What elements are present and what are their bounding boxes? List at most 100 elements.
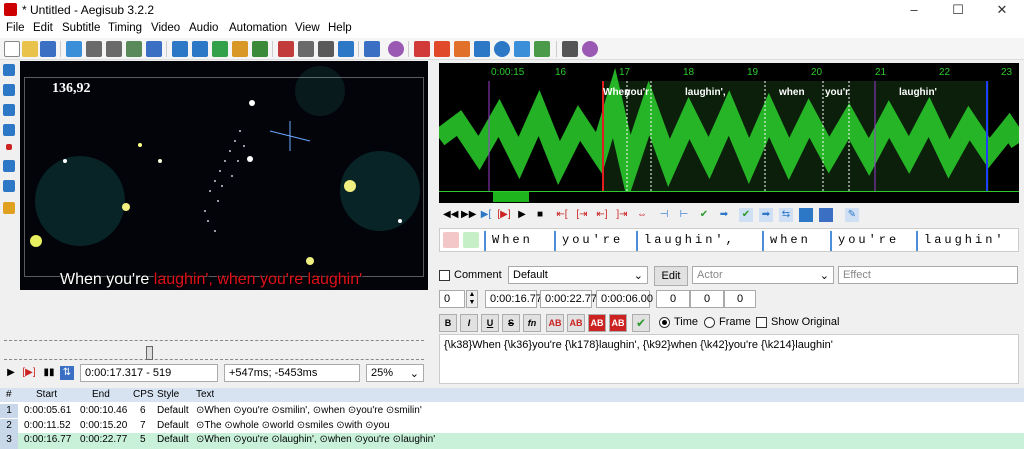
karaoke-syllable[interactable]: When [492, 233, 533, 247]
stop-audio-icon[interactable]: ■ [533, 208, 547, 222]
tools-icon[interactable] [562, 41, 578, 57]
strikeout-button[interactable]: S [502, 314, 520, 332]
rotate-xy-icon[interactable] [3, 124, 15, 136]
margin-vertical-field[interactable]: 0 [724, 290, 756, 308]
replace-icon[interactable] [106, 41, 122, 57]
drag-tool-icon[interactable] [3, 84, 15, 96]
resample-icon[interactable] [298, 41, 314, 57]
menu-automation[interactable]: Automation [229, 22, 287, 34]
play-icon[interactable]: ▶ [4, 366, 18, 380]
karaoke-syllable[interactable]: laughin' [924, 233, 1006, 247]
comment-checkbox[interactable] [439, 270, 450, 281]
karaoke-mode-icon[interactable]: ✎ [845, 208, 859, 222]
play-selection-icon[interactable]: ▶[ [479, 208, 493, 222]
go-to-next-icon[interactable]: ➡ [717, 208, 731, 222]
play-line-icon[interactable]: [▶] [22, 366, 36, 380]
karaoke-accept-icon[interactable] [463, 232, 479, 248]
table-row[interactable]: 2 0:00:11.52 0:00:15.20 7 Default ⊙The ⊙… [0, 419, 1024, 433]
auto-commit-icon[interactable]: ✔ [739, 208, 753, 222]
attachments-icon[interactable] [172, 41, 188, 57]
secondary-color-button[interactable]: AB [567, 314, 585, 332]
video-seek-bar[interactable] [4, 340, 424, 360]
help-tool-icon[interactable] [3, 202, 15, 214]
vector-clip-icon[interactable] [3, 180, 15, 192]
minimize-button[interactable]: – [892, 0, 936, 20]
play-range-icon[interactable]: ⇔ [635, 208, 649, 222]
menu-timing[interactable]: Timing [108, 22, 142, 34]
check-icon[interactable] [534, 41, 550, 57]
new-file-icon[interactable] [4, 41, 20, 57]
copy-icon[interactable] [126, 41, 142, 57]
save-icon[interactable] [40, 41, 56, 57]
show-original-checkbox[interactable] [756, 317, 767, 328]
bold-button[interactable]: B [439, 314, 457, 332]
start-time-field[interactable]: 0:00:16.77 [485, 290, 542, 308]
audio-scrollbar[interactable] [439, 191, 1019, 203]
margin-right-field[interactable]: 0 [690, 290, 724, 308]
automation-icon[interactable] [364, 41, 380, 57]
stop-icon[interactable] [474, 41, 490, 57]
table-row[interactable]: 3 0:00:16.77 0:00:22.77 5 Default ⊙When … [0, 433, 1024, 449]
clock-icon[interactable] [494, 41, 510, 57]
scale-tool-icon[interactable] [6, 144, 12, 150]
play-to-end-icon[interactable]: ▶ [515, 208, 529, 222]
italic-button[interactable]: I [460, 314, 478, 332]
play-current-icon[interactable]: [▶] [497, 208, 511, 222]
layer-field[interactable]: 0 [439, 290, 465, 308]
subtitle-text[interactable]: {\k38}When {\k36}you're {\k178}laughin',… [444, 339, 833, 351]
zoom-select[interactable]: 25% ⌄ [366, 364, 424, 382]
lead-out-icon[interactable]: ⊢ [677, 208, 691, 222]
fonts-icon[interactable] [192, 41, 208, 57]
prev-line-icon[interactable]: ◀◀ [443, 208, 458, 222]
subtitle-text-edit[interactable]: {\k38}When {\k36}you're {\k178}laughin',… [439, 334, 1019, 384]
commit-check-icon[interactable]: ✔ [632, 314, 650, 332]
menu-help[interactable]: Help [328, 22, 352, 34]
open-file-icon[interactable] [22, 41, 38, 57]
margin-left-field[interactable]: 0 [656, 290, 690, 308]
edit-style-button[interactable]: Edit [654, 266, 688, 286]
end-time-field[interactable]: 0:00:22.77 [540, 290, 597, 308]
audio-icon[interactable] [388, 41, 404, 57]
styles-icon[interactable] [212, 41, 228, 57]
shift-times-icon[interactable] [414, 41, 430, 57]
kanji-icon[interactable] [338, 41, 354, 57]
table-row[interactable]: 1 0:00:05.61 0:00:10.46 6 Default ⊙When … [0, 404, 1024, 418]
auto-next-icon[interactable]: ➡ [759, 208, 773, 222]
toggle-waveform-icon[interactable] [819, 208, 833, 222]
karaoke-syllable[interactable]: when [770, 233, 811, 247]
jump-icon[interactable] [66, 41, 82, 57]
menu-audio[interactable]: Audio [189, 22, 218, 34]
audio-display[interactable]: 0:00:15 16 17 18 19 20 21 22 23 When you… [439, 63, 1019, 191]
karaoke-syllable[interactable]: you're [838, 233, 899, 247]
snap-end-icon[interactable] [454, 41, 470, 57]
commit-icon[interactable]: ✔ [697, 208, 711, 222]
standard-tool-icon[interactable] [3, 64, 15, 76]
snap-icon[interactable] [434, 41, 450, 57]
clip-tool-icon[interactable] [3, 160, 15, 172]
play-after-icon[interactable]: ]⇥ [615, 208, 629, 222]
karaoke-syllable[interactable]: laughin', [644, 233, 736, 247]
play-before-end-icon[interactable]: ⇤] [595, 208, 609, 222]
paste-icon[interactable] [146, 41, 162, 57]
actor-field[interactable]: Actor ⌄ [692, 266, 834, 284]
menu-file[interactable]: File [6, 22, 25, 34]
rotate-z-icon[interactable] [3, 104, 15, 116]
karaoke-syllable[interactable]: you're [562, 233, 623, 247]
video-position[interactable]: 0:00:17.317 - 519 [80, 364, 218, 382]
timing-icon[interactable] [318, 41, 334, 57]
layer-spin-icon[interactable]: ▲ ▼ [466, 290, 478, 308]
postprocessor-icon[interactable] [514, 41, 530, 57]
play-before-icon[interactable]: ⇤[ [555, 208, 569, 222]
menu-video[interactable]: Video [151, 22, 180, 34]
primary-color-button[interactable]: AB [546, 314, 564, 332]
maximize-button[interactable]: ☐ [936, 0, 980, 20]
duration-field[interactable]: 0:00:06.00 [596, 290, 653, 308]
close-button[interactable]: ✕ [980, 0, 1024, 20]
video-display[interactable]: 136,92 When you're laughin', when you're… [20, 61, 428, 290]
underline-button[interactable]: U [481, 314, 499, 332]
auto-scroll-audio-icon[interactable]: ⇆ [779, 208, 793, 222]
time-radio[interactable] [659, 317, 670, 328]
karaoke-syllable-bar[interactable]: When you're laughin', when you're laughi… [439, 228, 1019, 252]
karaoke-cancel-icon[interactable] [443, 232, 459, 248]
menu-subtitle[interactable]: Subtitle [62, 22, 100, 34]
